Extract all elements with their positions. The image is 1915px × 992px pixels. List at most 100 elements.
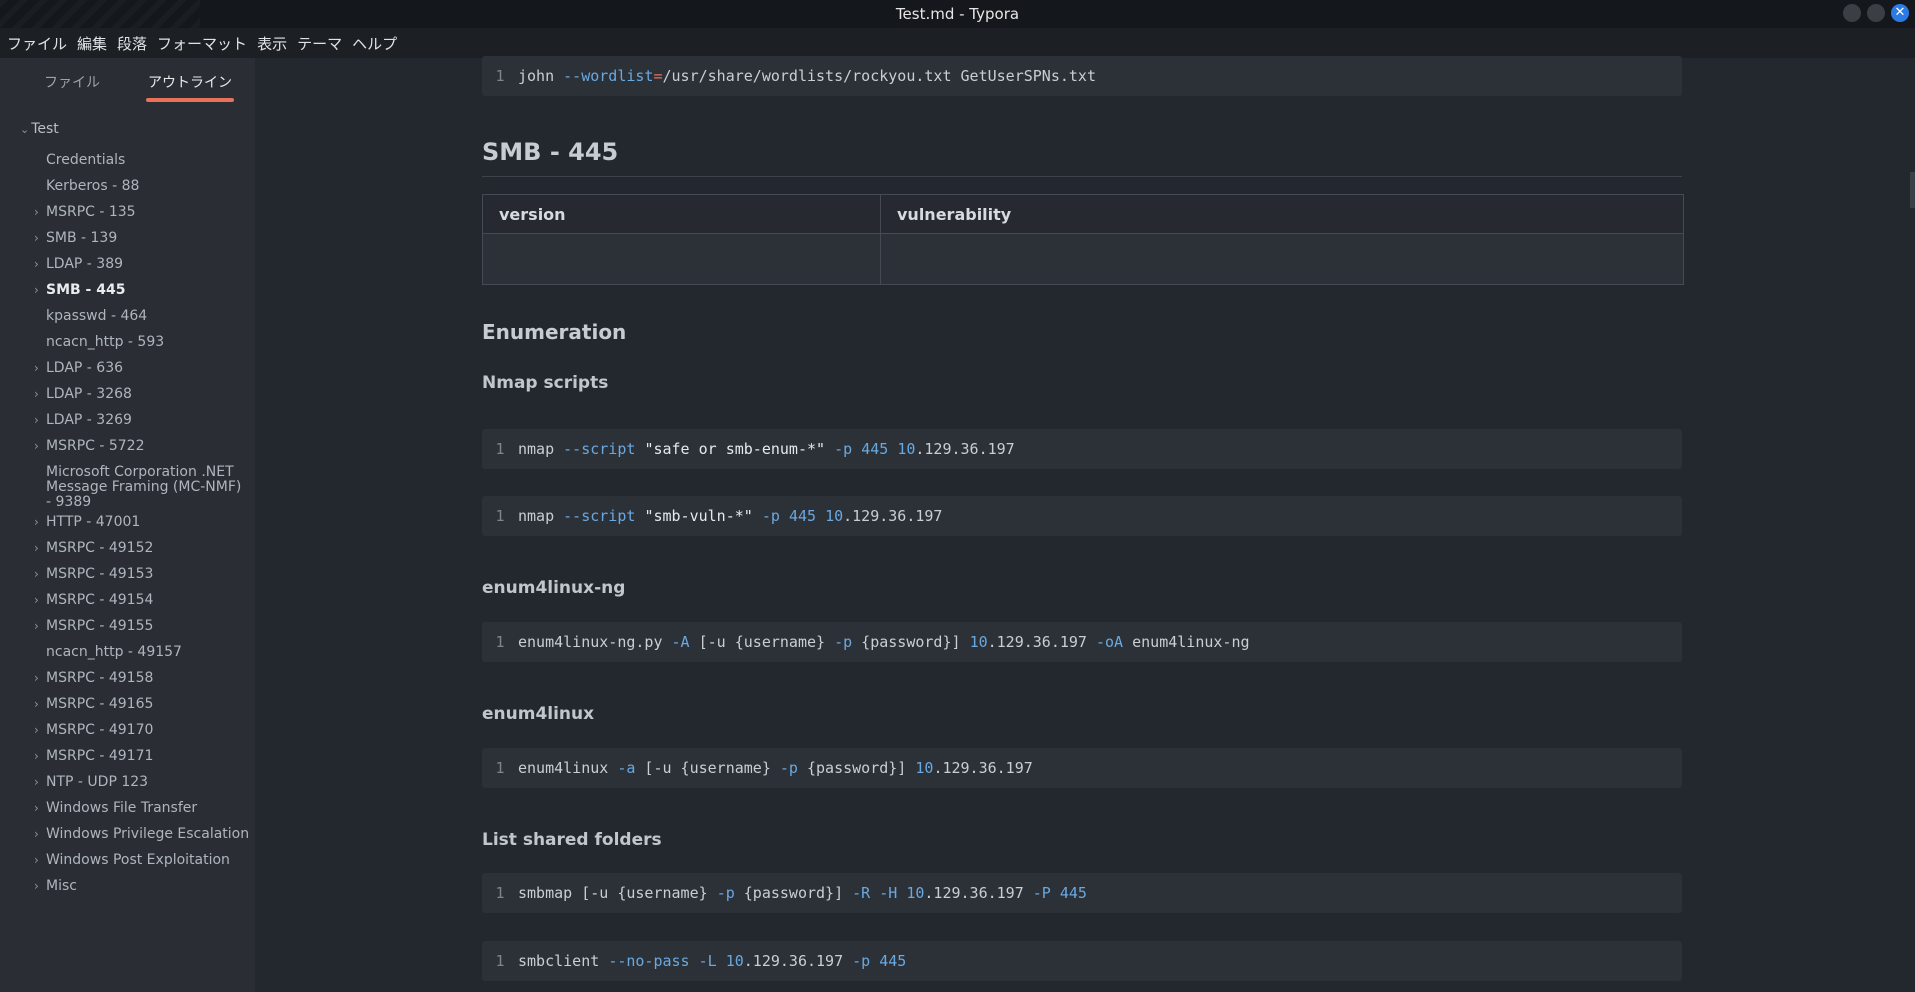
code-block[interactable]: 1 smbmap [-u {username} -p {password}] -R… xyxy=(482,873,1682,913)
code-token: {password}] xyxy=(734,884,853,902)
sidebar-item[interactable]: ncacn_http - 49157 xyxy=(34,645,182,660)
chevron-right-icon[interactable]: › xyxy=(34,801,46,816)
code-token: -p xyxy=(834,440,853,458)
chevron-right-icon[interactable]: › xyxy=(34,749,46,764)
sidebar-item[interactable]: › MSRPC - 135 xyxy=(34,205,136,220)
code-text[interactable]: nmap --script "safe or smb-enum-*" -p 44… xyxy=(518,440,1015,458)
menu-edit[interactable]: 編集 xyxy=(72,33,112,54)
sidebar-item-label: SMB - 139 xyxy=(46,230,118,246)
code-token: --no-pass -L xyxy=(608,952,717,970)
chevron-right-icon[interactable]: › xyxy=(34,257,46,272)
sidebar-item[interactable]: › LDAP - 636 xyxy=(34,361,123,376)
sidebar-item[interactable]: › NTP - UDP 123 xyxy=(34,775,148,790)
editor[interactable]: 1 john --wordlist=/usr/share/wordlists/ro… xyxy=(255,56,1910,992)
sidebar-item[interactable]: › Windows Post Exploitation xyxy=(34,853,230,868)
table-header-version[interactable]: version xyxy=(482,194,881,234)
chevron-down-icon[interactable]: ⌄ xyxy=(20,123,29,136)
chevron-right-icon[interactable]: › xyxy=(34,361,46,376)
line-number: 1 xyxy=(495,67,505,85)
code-token: -a xyxy=(617,759,636,777)
code-text[interactable]: enum4linux -a [-u {username} -p {passwor… xyxy=(518,759,1033,777)
code-block[interactable]: 1 enum4linux -a [-u {username} -p {passwo… xyxy=(482,748,1682,788)
chevron-right-icon[interactable]: › xyxy=(34,515,46,530)
chevron-right-icon[interactable]: › xyxy=(34,697,46,712)
code-block[interactable]: 1 nmap --script "smb-vuln-*" -p 445 10.12… xyxy=(482,496,1682,536)
chevron-right-icon[interactable]: › xyxy=(34,879,46,894)
tab-outline[interactable]: アウトライン xyxy=(146,58,234,102)
menu-help[interactable]: ヘルプ xyxy=(347,33,402,54)
sidebar-item-label: MSRPC - 49155 xyxy=(46,618,154,634)
sidebar-item-label: Credentials xyxy=(46,152,126,168)
sidebar-item[interactable]: kpasswd - 464 xyxy=(34,309,147,324)
chevron-right-icon[interactable]: › xyxy=(34,853,46,868)
code-block[interactable]: 1 enum4linux-ng.py -A [-u {username} -p {… xyxy=(482,622,1682,662)
sidebar-item[interactable]: › MSRPC - 49154 xyxy=(34,593,153,608)
code-text[interactable]: smbclient --no-pass -L 10.129.36.197 -p … xyxy=(518,952,906,970)
sidebar-item-label: MSRPC - 49153 xyxy=(46,566,154,582)
chevron-right-icon[interactable]: › xyxy=(34,567,46,582)
chevron-right-icon[interactable]: › xyxy=(34,231,46,246)
scrollbar-thumb[interactable] xyxy=(1910,172,1915,208)
chevron-right-icon[interactable]: › xyxy=(34,723,46,738)
chevron-right-icon[interactable]: › xyxy=(34,619,46,634)
close-button[interactable]: ✕ xyxy=(1891,4,1909,22)
minimize-button[interactable] xyxy=(1843,4,1861,22)
code-block[interactable]: 1 smbclient --no-pass -L 10.129.36.197 -p… xyxy=(482,941,1682,981)
table-header-vulnerability[interactable]: vulnerability xyxy=(880,194,1684,234)
sidebar-item[interactable]: › MSRPC - 49158 xyxy=(34,671,153,686)
chevron-right-icon[interactable]: › xyxy=(34,439,46,454)
sidebar-item[interactable]: Microsoft Corporation .NET Message Frami… xyxy=(34,465,246,510)
chevron-right-icon[interactable]: › xyxy=(34,541,46,556)
menu-paragraph[interactable]: 段落 xyxy=(112,33,152,54)
menu-view[interactable]: 表示 xyxy=(252,33,292,54)
tab-files[interactable]: ファイル xyxy=(44,58,100,92)
code-token: 10 xyxy=(969,633,988,651)
sidebar-item[interactable]: › HTTP - 47001 xyxy=(34,515,140,530)
chevron-right-icon[interactable]: › xyxy=(34,827,46,842)
sidebar-item[interactable]: › MSRPC - 49170 xyxy=(34,723,153,738)
chevron-right-icon[interactable]: › xyxy=(34,387,46,402)
sidebar-item[interactable]: › LDAP - 389 xyxy=(34,257,123,272)
sidebar-item[interactable]: › MSRPC - 49171 xyxy=(34,749,153,764)
sidebar-item[interactable]: › Windows File Transfer xyxy=(34,801,197,816)
table-cell[interactable] xyxy=(482,233,881,285)
sidebar-item[interactable]: ncacn_http - 593 xyxy=(34,335,164,350)
chevron-right-icon[interactable]: › xyxy=(34,593,46,608)
menu-format[interactable]: フォーマット xyxy=(152,33,252,54)
code-text[interactable]: enum4linux-ng.py -A [-u {username} -p {p… xyxy=(518,633,1250,651)
sidebar-item[interactable]: › SMB - 139 xyxy=(34,231,117,246)
sidebar-item[interactable]: › SMB - 445 xyxy=(34,283,125,298)
code-text[interactable]: nmap --script "smb-vuln-*" -p 445 10.129… xyxy=(518,507,942,525)
sidebar-item[interactable]: › MSRPC - 5722 xyxy=(34,439,145,454)
menu-file[interactable]: ファイル xyxy=(2,33,72,54)
outline-root[interactable]: ⌄ Test xyxy=(20,118,59,140)
sidebar-item[interactable]: › MSRPC - 49153 xyxy=(34,567,153,582)
sidebar-item[interactable]: › MSRPC - 49165 xyxy=(34,697,153,712)
sidebar-item-label: MSRPC - 49158 xyxy=(46,670,154,686)
maximize-button[interactable] xyxy=(1867,4,1885,22)
table-cell[interactable] xyxy=(880,233,1684,285)
sidebar-item[interactable]: › LDAP - 3269 xyxy=(34,413,132,428)
chevron-right-icon[interactable]: › xyxy=(34,775,46,790)
chevron-right-icon[interactable]: › xyxy=(34,205,46,220)
code-token: 445 xyxy=(861,440,889,458)
menu-theme[interactable]: テーマ xyxy=(292,33,347,54)
chevron-right-icon[interactable]: › xyxy=(34,283,46,298)
sidebar-item[interactable]: › LDAP - 3268 xyxy=(34,387,132,402)
sidebar-item[interactable]: › Misc xyxy=(34,879,77,894)
code-token: 10 xyxy=(906,884,925,902)
code-block[interactable]: 1 nmap --script "safe or smb-enum-*" -p 4… xyxy=(482,429,1682,469)
code-block[interactable]: 1 john --wordlist=/usr/share/wordlists/ro… xyxy=(482,56,1682,96)
code-text[interactable]: smbmap [-u {username} -p {password}] -R … xyxy=(518,884,1087,902)
chevron-right-icon[interactable]: › xyxy=(34,671,46,686)
sidebar-item[interactable]: Credentials xyxy=(34,153,125,168)
sidebar-item[interactable]: Kerberos - 88 xyxy=(34,179,139,194)
table[interactable]: version vulnerability xyxy=(482,194,1684,285)
sidebar-item[interactable]: › Windows Privilege Escalation xyxy=(34,827,249,842)
code-text[interactable]: john --wordlist=/usr/share/wordlists/roc… xyxy=(518,67,1096,85)
sidebar-item[interactable]: › MSRPC - 49155 xyxy=(34,619,153,634)
sidebar-item[interactable]: › MSRPC - 49152 xyxy=(34,541,153,556)
chevron-right-icon[interactable]: › xyxy=(34,413,46,428)
